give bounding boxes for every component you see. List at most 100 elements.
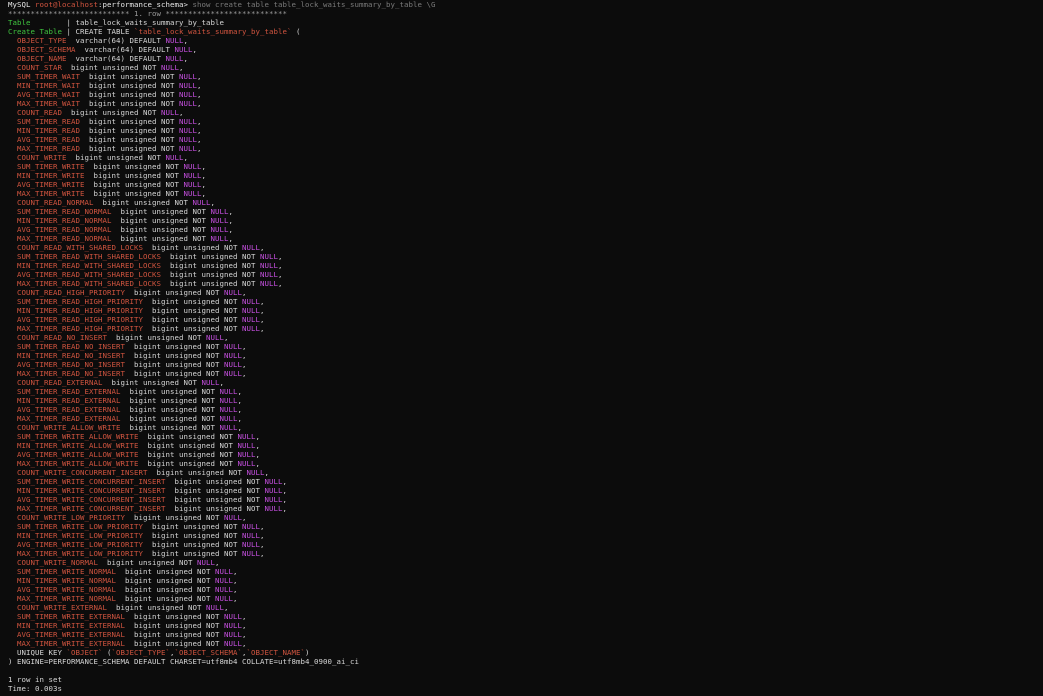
column-name: AVG_TIMER_READ_NO_INSERT — [17, 360, 125, 369]
column-def-row: MAX_TIMER_WRITE_EXTERNAL bigint unsigned… — [17, 639, 247, 648]
column-type: bigint unsigned NOT — [152, 540, 238, 549]
column-type: bigint unsigned NOT — [174, 504, 260, 513]
null-keyword: NULL — [215, 567, 233, 576]
null-keyword: NULL — [224, 369, 242, 378]
column-type: bigint unsigned NOT — [156, 468, 242, 477]
null-keyword: NULL — [242, 306, 260, 315]
column-def-row: OBJECT_TYPE varchar(64) DEFAULT NULL, — [17, 36, 188, 45]
column-def-row: SUM_TIMER_WRITE_EXTERNAL bigint unsigned… — [17, 612, 247, 621]
column-type: bigint unsigned NOT — [129, 387, 215, 396]
column-def-row: MIN_TIMER_WRITE_LOW_PRIORITY bigint unsi… — [17, 531, 265, 540]
column-def-row: MAX_TIMER_READ_NORMAL bigint unsigned NO… — [17, 234, 233, 243]
column-type: bigint unsigned NOT — [152, 324, 238, 333]
column-name: SUM_TIMER_READ_EXTERNAL — [17, 387, 121, 396]
column-type: bigint unsigned NOT — [174, 495, 260, 504]
column-name: MAX_TIMER_WRITE_EXTERNAL — [17, 639, 125, 648]
column-def-row: SUM_TIMER_READ bigint unsigned NOT NULL, — [17, 117, 202, 126]
column-def-row: COUNT_WRITE bigint unsigned NOT NULL, — [17, 153, 188, 162]
column-type: bigint unsigned NOT — [134, 342, 220, 351]
column-def-row: SUM_TIMER_WAIT bigint unsigned NOT NULL, — [17, 72, 202, 81]
column-def-row: COUNT_WRITE_CONCURRENT_INSERT bigint uns… — [17, 468, 269, 477]
column-type: bigint unsigned NOT — [89, 90, 175, 99]
create-row-label: Create Table — [8, 27, 62, 36]
column-def-row: MIN_TIMER_WRITE bigint unsigned NOT NULL… — [17, 171, 206, 180]
column-def-row: MIN_TIMER_WRITE_NORMAL bigint unsigned N… — [17, 576, 238, 585]
column-name: MIN_TIMER_WRITE_NORMAL — [17, 576, 116, 585]
column-def-row: MAX_TIMER_WRITE_NORMAL bigint unsigned N… — [17, 594, 238, 603]
null-keyword: NULL — [237, 450, 256, 459]
column-name: AVG_TIMER_READ_NORMAL — [17, 225, 112, 234]
column-type: bigint unsigned NOT — [89, 117, 175, 126]
terminal-output[interactable]: MySQL root@localhost:performance_schema>… — [0, 0, 1043, 696]
column-def-row: SUM_TIMER_READ_WITH_SHARED_LOCKS bigint … — [17, 252, 283, 261]
column-def-row: OBJECT_SCHEMA varchar(64) DEFAULT NULL, — [17, 45, 197, 54]
column-name: AVG_TIMER_WRITE_ALLOW_WRITE — [17, 450, 139, 459]
column-name: OBJECT_SCHEMA — [17, 45, 76, 54]
null-keyword: NULL — [224, 513, 242, 522]
null-keyword: NULL — [242, 243, 260, 252]
column-name: AVG_TIMER_READ_HIGH_PRIORITY — [17, 315, 143, 324]
column-name: AVG_TIMER_WRITE_NORMAL — [17, 585, 116, 594]
column-name: MAX_TIMER_WRITE_LOW_PRIORITY — [17, 549, 143, 558]
column-name: OBJECT_NAME — [17, 54, 67, 63]
column-def-row: SUM_TIMER_READ_NO_INSERT bigint unsigned… — [17, 342, 247, 351]
column-def-row: MAX_TIMER_READ_HIGH_PRIORITY bigint unsi… — [17, 324, 265, 333]
column-def-row: MIN_TIMER_WRITE_CONCURRENT_INSERT bigint… — [17, 486, 287, 495]
column-name: AVG_TIMER_READ — [17, 135, 80, 144]
column-name: MAX_TIMER_READ_EXTERNAL — [17, 414, 121, 423]
column-def-row: COUNT_WRITE_LOW_PRIORITY bigint unsigned… — [17, 513, 247, 522]
prompt-command: show create table table_lock_waits_summa… — [192, 0, 436, 9]
column-name: MIN_TIMER_READ — [17, 126, 80, 135]
column-type: bigint unsigned NOT — [93, 189, 179, 198]
column-def-row: COUNT_WRITE_EXTERNAL bigint unsigned NOT… — [17, 603, 229, 612]
unique-key-line: UNIQUE KEY `OBJECT` (`OBJECT_TYPE`,`OBJE… — [17, 648, 310, 657]
column-name: MAX_TIMER_WAIT — [17, 99, 80, 108]
column-type: bigint unsigned NOT — [75, 153, 161, 162]
null-keyword: NULL — [219, 396, 238, 405]
null-keyword: NULL — [197, 558, 215, 567]
column-type: varchar(64) DEFAULT — [84, 45, 170, 54]
null-keyword: NULL — [224, 630, 242, 639]
column-name: SUM_TIMER_WRITE_LOW_PRIORITY — [17, 522, 143, 531]
column-name: COUNT_READ_WITH_SHARED_LOCKS — [17, 243, 143, 252]
column-type: bigint unsigned NOT — [134, 630, 220, 639]
column-def-row: MAX_TIMER_WRITE bigint unsigned NOT NULL… — [17, 189, 206, 198]
column-def-row: SUM_TIMER_WRITE_CONCURRENT_INSERT bigint… — [17, 477, 287, 486]
column-name: MIN_TIMER_READ_WITH_SHARED_LOCKS — [17, 261, 161, 270]
column-type: bigint unsigned NOT — [125, 585, 211, 594]
null-keyword: NULL — [242, 324, 260, 333]
column-name: SUM_TIMER_READ_WITH_SHARED_LOCKS — [17, 252, 161, 261]
column-type: bigint unsigned NOT — [116, 333, 202, 342]
column-def-row: AVG_TIMER_WRITE_EXTERNAL bigint unsigned… — [17, 630, 247, 639]
column-type: bigint unsigned NOT — [170, 270, 256, 279]
column-definitions: OBJECT_TYPE varchar(64) DEFAULT NULL, OB… — [8, 36, 1043, 648]
null-keyword: NULL — [242, 531, 260, 540]
column-type: bigint unsigned NOT — [89, 144, 175, 153]
column-name: SUM_TIMER_READ — [17, 117, 80, 126]
column-def-row: MIN_TIMER_WAIT bigint unsigned NOT NULL, — [17, 81, 202, 90]
column-def-row: AVG_TIMER_READ_NORMAL bigint unsigned NO… — [17, 225, 233, 234]
column-type: bigint unsigned NOT — [170, 252, 256, 261]
prompt-line: MySQL root@localhost:performance_schema>… — [8, 0, 436, 9]
column-type: bigint unsigned NOT — [129, 423, 215, 432]
column-name: AVG_TIMER_READ_EXTERNAL — [17, 405, 121, 414]
column-def-row: AVG_TIMER_READ bigint unsigned NOT NULL, — [17, 135, 202, 144]
table-row-value: table_lock_waits_summary_by_table — [75, 18, 224, 27]
column-def-row: SUM_TIMER_WRITE_LOW_PRIORITY bigint unsi… — [17, 522, 265, 531]
column-name: MAX_TIMER_WRITE_NORMAL — [17, 594, 116, 603]
timing: Time: 0.003s — [8, 684, 62, 693]
column-type: bigint unsigned NOT — [134, 369, 220, 378]
column-type: bigint unsigned NOT — [111, 378, 197, 387]
create-table-name: `table_lock_waits_summary_by_table` — [134, 27, 292, 36]
null-keyword: NULL — [210, 207, 229, 216]
null-keyword: NULL — [219, 405, 238, 414]
column-type: bigint unsigned NOT — [71, 108, 157, 117]
null-keyword: NULL — [215, 594, 233, 603]
null-keyword: NULL — [242, 315, 260, 324]
column-name: MIN_TIMER_READ_NO_INSERT — [17, 351, 125, 360]
column-def-row: COUNT_WRITE_NORMAL bigint unsigned NOT N… — [17, 558, 220, 567]
column-name: MIN_TIMER_READ_EXTERNAL — [17, 396, 121, 405]
column-def-row: MAX_TIMER_READ bigint unsigned NOT NULL, — [17, 144, 202, 153]
column-name: COUNT_WRITE_ALLOW_WRITE — [17, 423, 121, 432]
null-keyword: NULL — [210, 225, 229, 234]
